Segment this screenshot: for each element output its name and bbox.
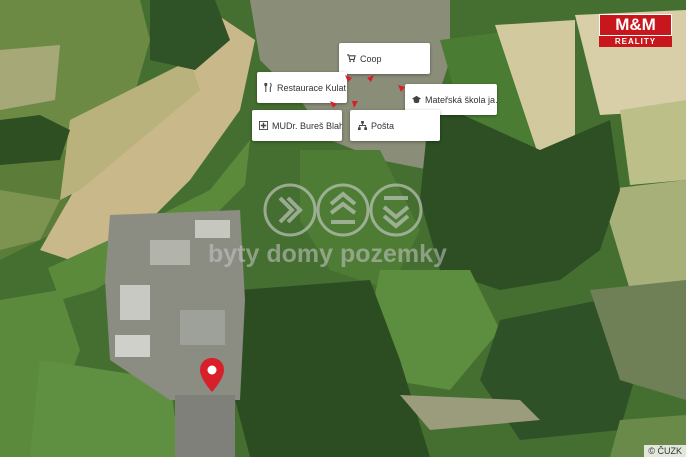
location-pin-icon[interactable] [200,358,224,392]
poi-coop[interactable]: Coop [339,43,430,74]
poi-posta[interactable]: Pošta [350,110,440,141]
poi-mudr[interactable]: MUDr. Bureš Blah… [252,110,342,141]
medical-cross-icon [259,121,268,131]
map-copyright: © ČUZK [644,445,686,457]
cutlery-icon [264,83,273,93]
watermark-logo [263,183,423,237]
cart-icon [346,54,356,64]
poi-pointer [345,75,352,82]
poi-label: MUDr. Bureš Blah… [272,120,342,131]
brand-logo: M&M REALITY [599,14,672,47]
graduation-cap-icon [412,95,421,105]
poi-label: Pošta [371,120,395,131]
logo-reality-text: REALITY [599,36,672,47]
poi-pointer [352,101,358,108]
poi-label: Restaurace Kulat… [277,82,347,93]
poi-label: Coop [360,53,382,64]
poi-restaurace[interactable]: Restaurace Kulat… [257,72,347,103]
poi-pointer [398,85,405,92]
poi-label: Mateřská škola ja… [425,94,497,105]
sitemap-icon [357,121,367,131]
aerial-map[interactable]: byty domy pozemky Coop Restaurace Kulat…… [0,0,686,457]
poi-pointer [330,101,337,108]
logo-mm-text: M&M [615,15,656,34]
watermark-text: byty domy pozemky [208,240,447,268]
poi-pointer [367,75,374,82]
